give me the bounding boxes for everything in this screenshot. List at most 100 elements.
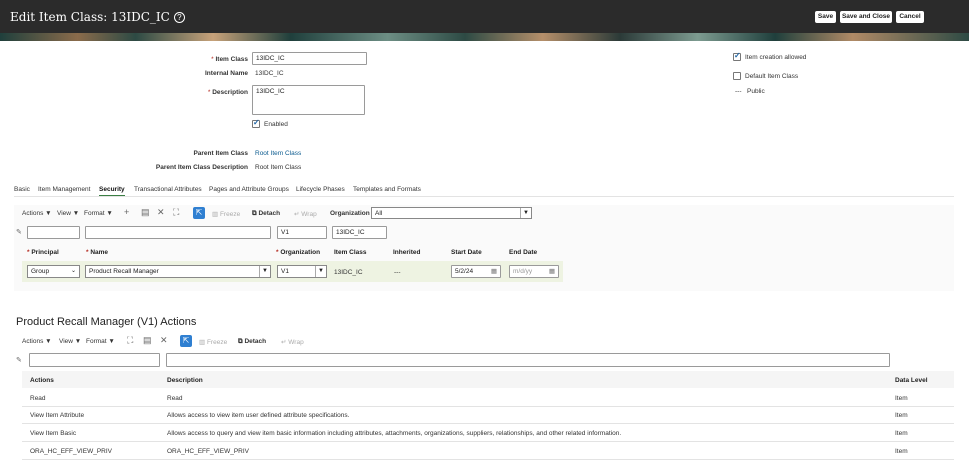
help-icon[interactable]: ? (173, 12, 185, 23)
actions-header: Actions (30, 377, 54, 384)
calendar-icon[interactable]: ▦ (549, 267, 555, 275)
description-textarea[interactable]: 13IDC_IC (252, 85, 365, 115)
edit-icon[interactable]: ▤ (143, 335, 152, 346)
item-class-header: Item Class (334, 249, 367, 256)
filter-icon: ✎ (16, 229, 22, 236)
action-description: Allows access to query and view item bas… (167, 430, 622, 437)
parent-item-class-description-value: Root Item Class (255, 164, 302, 171)
description-header: Description (167, 377, 203, 384)
wrap-button-2[interactable]: ↵ Wrap (281, 338, 304, 346)
query-by-example-icon[interactable]: ⛶ (127, 335, 133, 346)
parent-item-class-label: Parent Item Class (193, 150, 248, 157)
query-by-example-icon[interactable]: ⛶ (173, 207, 179, 218)
public-value: --- (735, 88, 742, 95)
start-date-header: Start Date (451, 249, 482, 256)
principal-header: * Principal (27, 249, 59, 256)
end-date-input[interactable]: m/d/yy ▦ (509, 265, 559, 278)
action-name: View Item Attribute (30, 412, 85, 419)
action-level: Item (895, 430, 908, 437)
default-item-class-label: Default Item Class (745, 73, 799, 80)
organization-label: Organization (330, 210, 370, 217)
view-menu[interactable]: View ▼ (57, 210, 79, 217)
principal-filter-input[interactable] (27, 226, 80, 239)
delete-icon[interactable]: ✕ (157, 207, 165, 218)
row-divider (22, 406, 954, 407)
chevron-down-icon: ▼ (315, 266, 326, 277)
action-description: Read (167, 395, 183, 402)
item-class-input[interactable]: 13IDC_IC (252, 52, 367, 65)
detach-view-icon[interactable]: ⇱ (193, 207, 205, 219)
wrap-button[interactable]: ↵ Wrap (294, 210, 317, 218)
action-description: ORA_HC_EFF_VIEW_PRIV (167, 448, 249, 455)
action-level: Item (895, 448, 908, 455)
parent-item-class-link[interactable]: Root Item Class (255, 150, 301, 157)
chevron-down-icon: ⌄ (70, 268, 77, 274)
description-filter-input[interactable] (166, 353, 890, 367)
chevron-down-icon: ▼ (259, 266, 270, 277)
tab-templates-and-formats[interactable]: Templates and Formats (353, 186, 421, 193)
actions-table-header (22, 371, 954, 388)
organization-select[interactable]: All ▼ (371, 207, 532, 219)
tab-divider (14, 196, 954, 197)
action-level: Item (895, 395, 908, 402)
actions-filter-input[interactable] (29, 353, 160, 367)
row-divider (22, 423, 954, 424)
item-class-filter-input[interactable]: 13IDC_IC (332, 226, 387, 239)
default-item-class-checkbox[interactable] (733, 72, 741, 80)
detach-button[interactable]: ⧉ Detach (252, 210, 280, 218)
item-class-label: * Item Class (211, 56, 248, 63)
row-divider (22, 459, 954, 460)
inherited-cell: --- (394, 269, 401, 276)
organization-row-select[interactable]: V1 ▼ (277, 265, 327, 278)
page-header: Edit Item Class: 13IDC_IC? Save Save and… (0, 0, 969, 33)
organization-header: * Organization (276, 249, 321, 256)
action-description: Allows access to view item user defined … (167, 412, 350, 419)
start-date-input[interactable]: 5/2/24 ▦ (451, 265, 501, 278)
item-creation-allowed-checkbox[interactable] (733, 51, 741, 61)
internal-name-value: 13IDC_IC (255, 70, 284, 77)
data-level-header: Data Level (895, 377, 928, 384)
detach-button-2[interactable]: ⧉ Detach (238, 338, 266, 346)
save-and-close-button[interactable]: Save and Close (840, 11, 892, 23)
header-banner (0, 33, 969, 41)
actions-menu[interactable]: Actions ▼ (22, 210, 52, 217)
item-creation-allowed-label: Item creation allowed (745, 54, 807, 61)
view-menu-2[interactable]: View ▼ (59, 338, 81, 345)
enabled-checkbox[interactable] (252, 118, 260, 128)
format-menu-2[interactable]: Format ▼ (86, 338, 115, 345)
page-title: Edit Item Class: 13IDC_IC? (10, 10, 185, 24)
tab-basic[interactable]: Basic (14, 186, 30, 193)
add-icon[interactable]: + (124, 207, 129, 217)
edit-icon[interactable]: ▤ (141, 207, 150, 218)
row-divider (22, 441, 954, 442)
item-class-cell: 13IDC_IC (334, 269, 363, 276)
public-label: Public (747, 88, 765, 95)
freeze-button[interactable]: ▥ Freeze (212, 210, 240, 218)
actions-menu-2[interactable]: Actions ▼ (22, 338, 52, 345)
save-button[interactable]: Save (815, 11, 836, 23)
calendar-icon[interactable]: ▦ (491, 267, 497, 275)
detach-view-icon[interactable]: ⇱ (180, 335, 192, 347)
name-filter-input[interactable] (85, 226, 271, 239)
description-label: * Description (207, 89, 248, 96)
name-select[interactable]: Product Recall Manager ▼ (85, 265, 271, 278)
internal-name-label: Internal Name (205, 70, 248, 77)
actions-section-title: Product Recall Manager (V1) Actions (16, 316, 197, 328)
principal-select[interactable]: Group ⌄ (27, 265, 80, 278)
cancel-button[interactable]: Cancel (896, 11, 924, 23)
end-date-header: End Date (509, 249, 538, 256)
format-menu[interactable]: Format ▼ (84, 210, 113, 217)
freeze-button-2[interactable]: ▥ Freeze (199, 338, 227, 346)
action-level: Item (895, 412, 908, 419)
inherited-header: Inherited (393, 249, 421, 256)
action-name: View Item Basic (30, 430, 77, 437)
tab-item-management[interactable]: Item Management (38, 186, 90, 193)
organization-filter-input[interactable]: V1 (277, 226, 327, 239)
tab-lifecycle-phases[interactable]: Lifecycle Phases (296, 186, 345, 193)
chevron-down-icon: ▼ (520, 208, 531, 218)
action-name: Read (30, 395, 46, 402)
tab-pages-and-attribute-groups[interactable]: Pages and Attribute Groups (209, 186, 289, 193)
delete-icon[interactable]: ✕ (160, 335, 168, 346)
enabled-label: Enabled (264, 121, 288, 128)
tab-transactional-attributes[interactable]: Transactional Attributes (134, 186, 202, 193)
